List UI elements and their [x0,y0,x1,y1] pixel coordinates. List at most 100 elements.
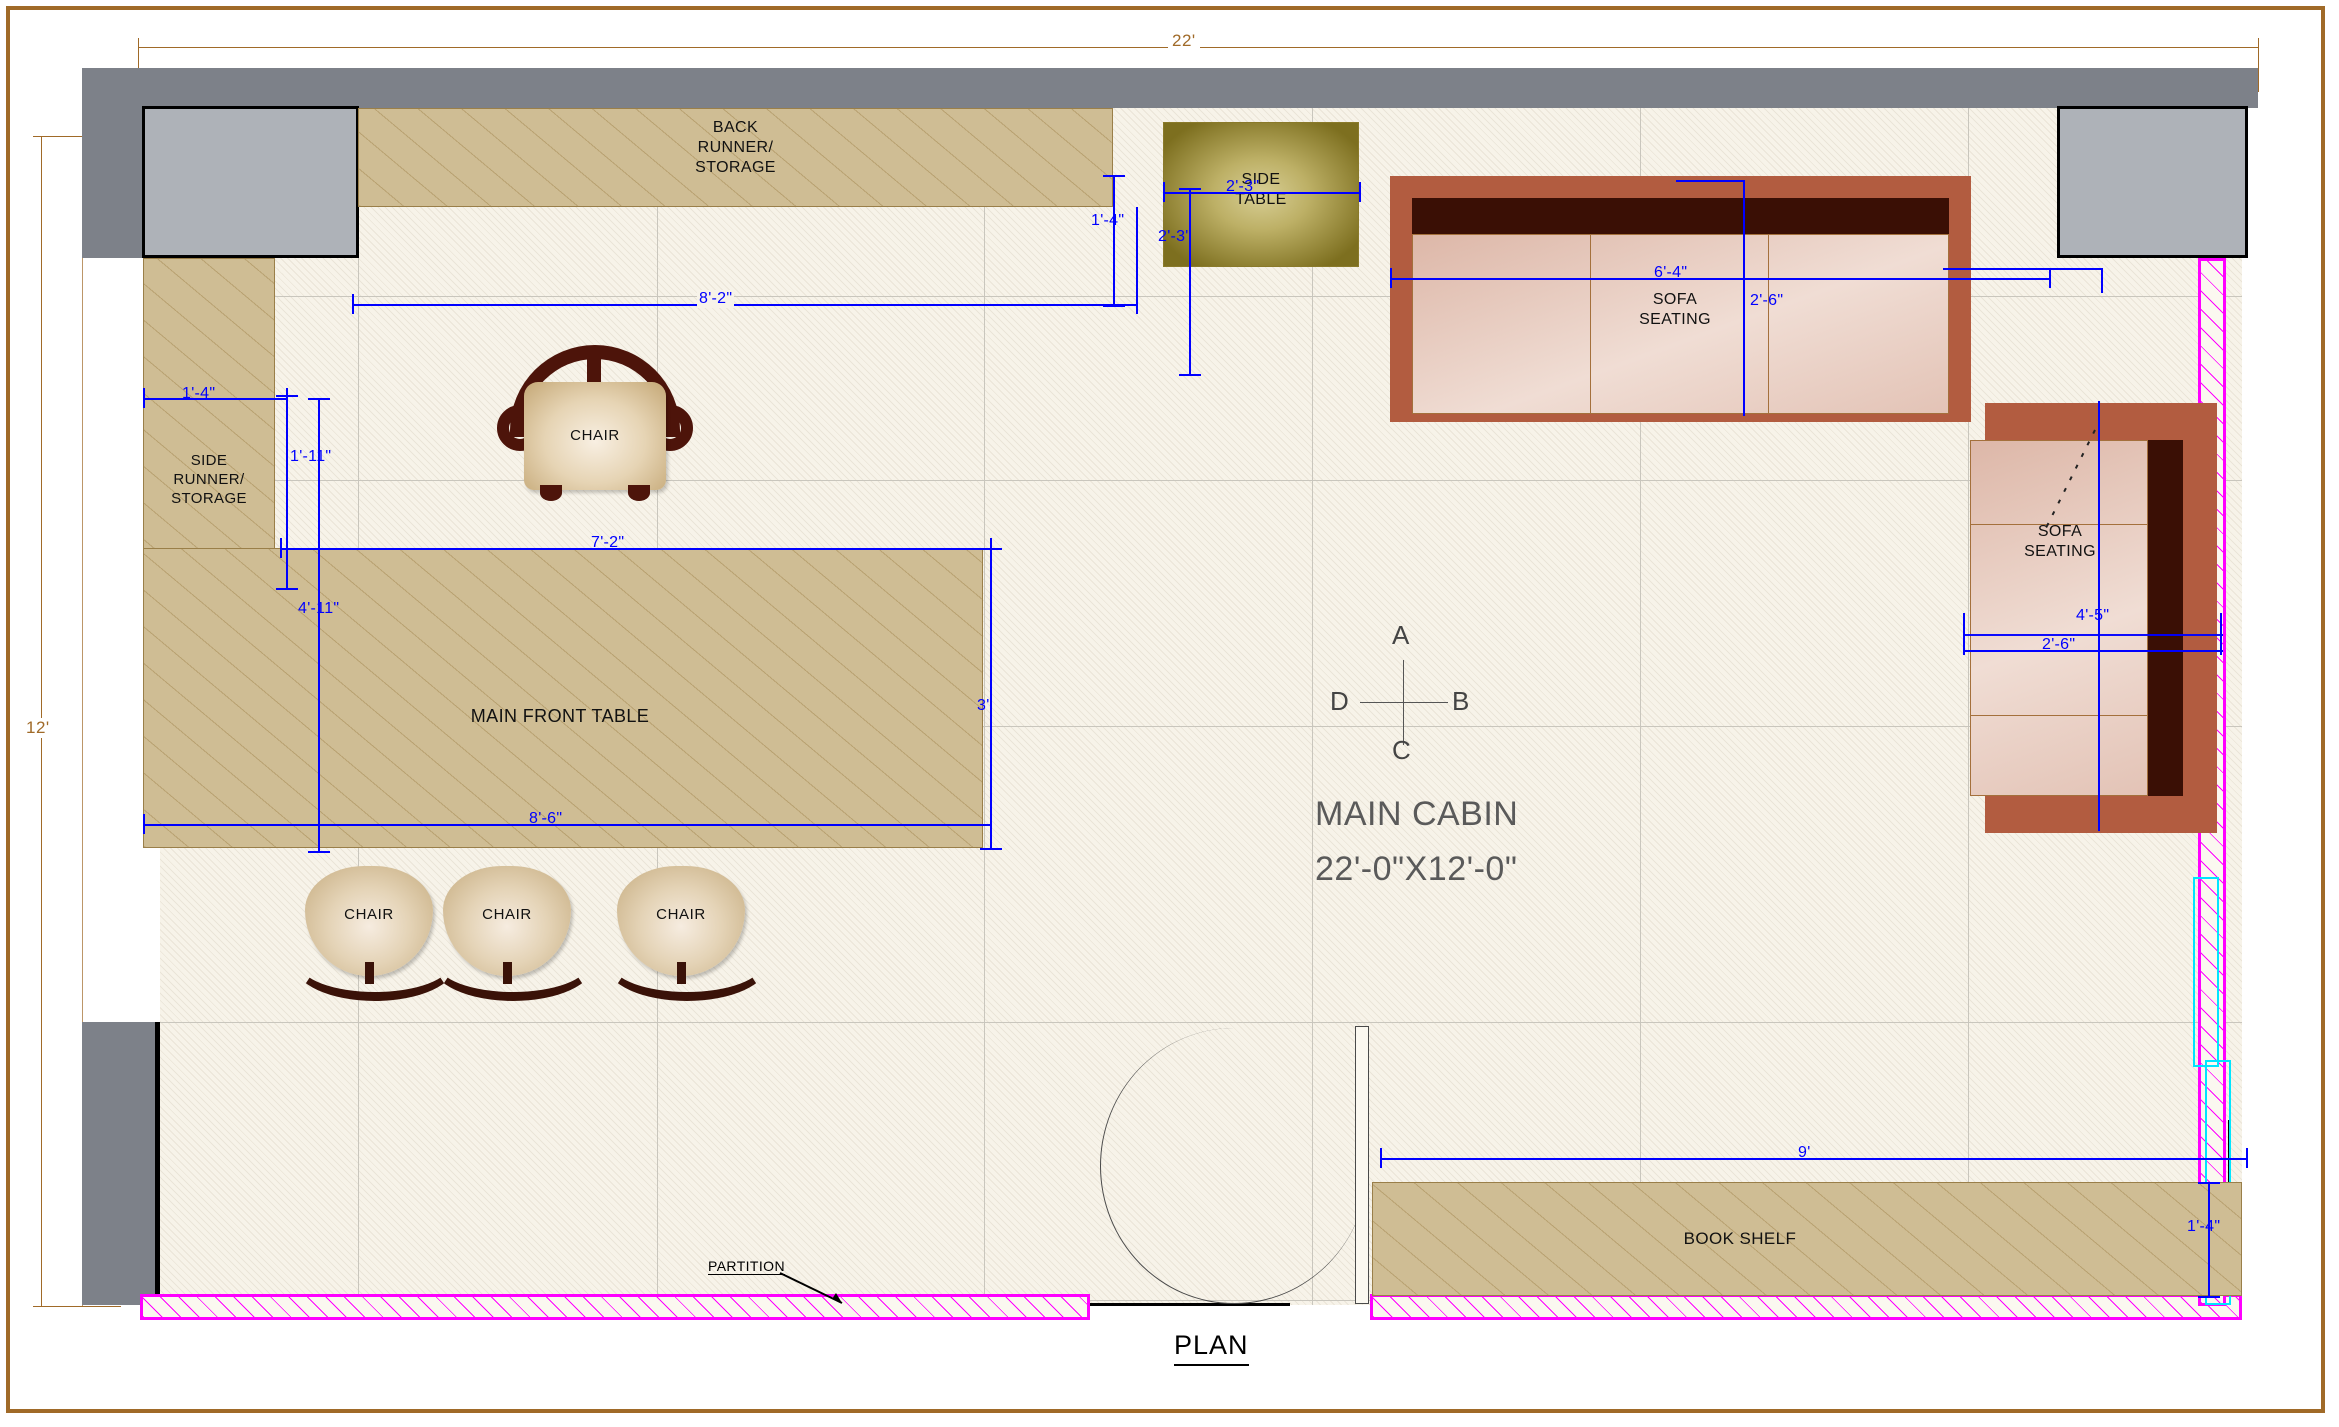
dim-sofa-right-depth-tick-l [1963,613,1965,655]
dim-main-table-left-tick-t [308,398,330,400]
dim-book-shelf-depth-label: 1'-4" [2187,1218,2221,1235]
dim-book-shelf-depth-tick-b [2198,1296,2220,1298]
dim-side-table-depth-tick-b [1179,374,1201,376]
chair-top-label: CHAIR [570,427,620,444]
dim-side-offset-label: 1'-11" [290,448,332,465]
dim-side-offset-tick-t [276,395,298,397]
top-wall [82,68,2258,108]
dim-sofa-right-depth-line [1963,650,2223,652]
door-threshold-line [1090,1303,1290,1306]
window-left [142,106,359,258]
dim-side-table-width-label: 2'-3" [1226,178,1260,195]
chair-3-label: CHAIR [656,906,706,923]
glass-panel-right-upper [2193,877,2219,1067]
compass-horizontal-line [1360,702,1448,703]
dim-main-table-right-label: 3' [977,697,990,714]
overall-width-ext-right [2258,47,2259,92]
chair-2-leg [503,962,512,984]
partition-bottom-left [140,1294,1090,1320]
dim-side-table-depth-line [1189,188,1191,376]
dim-side-offset-line [286,395,288,590]
compass-letter-b: B [1452,686,1470,716]
dim-main-table-right-tick-b [980,848,1002,850]
chair-2-label: CHAIR [482,906,532,923]
side-runner-label: SIDE RUNNER/ STORAGE [143,452,275,508]
dim-back-runner-depth-line [1113,175,1115,307]
partition-leader-line [779,1272,843,1304]
dim-side-table-width-line [1163,192,1361,194]
dim-main-table-top-label: 7'-2" [591,534,625,551]
book-shelf-label: BOOK SHELF [1683,1229,1797,1248]
door-panel[interactable] [1355,1026,1369,1304]
plan-label: PLAN [1174,1330,1249,1366]
dim-book-shelf-depth-tick-t [2198,1182,2220,1184]
chair-top[interactable]: CHAIR [495,345,695,535]
sofa-right-dashed-leader [2044,429,2096,531]
sofa-right-label-line2: SEATING [2024,543,2096,560]
overall-width-label: 22' [1168,31,1200,51]
dim-back-runner-depth-label: 1'-4" [1091,212,1125,229]
grid-h-4 [160,1022,2242,1023]
dim-side-table-width-tick-l [1163,182,1165,202]
dim-sofa-top-depth-label: 2'-6" [1750,292,1784,309]
sofa-top-backrest [1412,198,1949,234]
sofa-top-seam-2 [1768,234,1769,414]
dim-sofa-right-center-line [2098,401,2100,831]
compass-letter-d: D [1330,686,1349,716]
dim-side-runner-width-tick-l [143,388,145,408]
main-front-table-label: MAIN FRONT TABLE [470,706,650,726]
back-runner-label-line2: RUNNER/ [697,139,774,156]
dim-main-table-bottom-tick-l [143,814,145,834]
partition-bottom-right [1370,1294,2242,1320]
main-front-table[interactable] [143,548,983,848]
back-runner-label: BACK RUNNER/ STORAGE [558,118,913,178]
dim-side-offset-tick-b [276,588,298,590]
dim-main-table-left-line [318,398,320,853]
sofa-right-seam-2 [1970,715,2148,716]
dim-main-table-bottom-label: 8'-6" [529,810,563,827]
compass-letter-a: A [1392,620,1410,650]
side-runner-label-line2: RUNNER/ [173,470,245,488]
window-right [2057,106,2248,258]
dim-sofa-right-depth-label: 2'-6" [2042,636,2076,653]
compass-letter-c: C [1392,735,1411,765]
chair-top-foot-right [628,485,650,501]
floor-plan-sheet: 22' 12' BACK RUNNER/ STORAGE SIDE RUNNER… [0,0,2339,1427]
dim-back-runner-width-tick-l [352,294,354,314]
dim-sofa-top-width-tick-l [1390,268,1392,288]
left-wall-lower-edge [155,1022,160,1305]
dim-book-shelf-width-tick-l [1380,1148,1382,1168]
dim-main-table-top-tick-l [280,538,282,558]
dim-main-table-right-tick-t [980,548,1002,550]
dim-book-shelf-width-label: 9' [1798,1144,1811,1161]
dim-side-table-depth-label: 2'-3" [1158,228,1192,245]
door-swing-arc [1100,1028,1368,1304]
dim-side-table-width-tick-r [1359,182,1361,202]
dim-sofa-right-ext-top-tick [2101,268,2103,293]
chair-1-leg [365,962,374,984]
dim-back-runner-width-line [352,304,1138,306]
dim-main-table-top-line [280,548,992,550]
dim-sofa-top-depth-tick-t [1676,180,1745,182]
dim-main-table-left-label: 4'-11" [298,600,340,617]
sofa-top-label-line1: SOFA [1652,291,1698,308]
dim-sofa-right-length-line [1963,634,2223,636]
dim-sofa-top-width-tick-r [2049,268,2051,288]
dim-book-shelf-depth-line [2208,1182,2210,1298]
grid-h-2 [160,480,2242,481]
overall-height-ext-bottom [41,1306,121,1307]
dim-book-shelf-width-tick-r [2246,1148,2248,1168]
dim-sofa-right-depth-tick-r [2220,613,2222,655]
dim-back-runner-depth-tick-b [1103,305,1125,307]
sofa-right-backrest [2148,440,2183,796]
chair-top-foot-left [540,485,562,501]
back-runner-label-line1: BACK [712,119,759,136]
dim-sofa-top-width-label: 6'-4" [1654,264,1688,281]
page-title: MAIN CABIN [1315,795,1519,833]
side-runner-label-line3: STORAGE [171,489,247,507]
side-runner-label-line1: SIDE [190,452,228,469]
dim-book-shelf-width-line [1380,1158,2248,1160]
dim-sofa-top-depth-line [1743,180,1745,416]
side-runner-storage-upper[interactable] [143,258,275,578]
dim-main-table-bottom-line [143,824,992,826]
